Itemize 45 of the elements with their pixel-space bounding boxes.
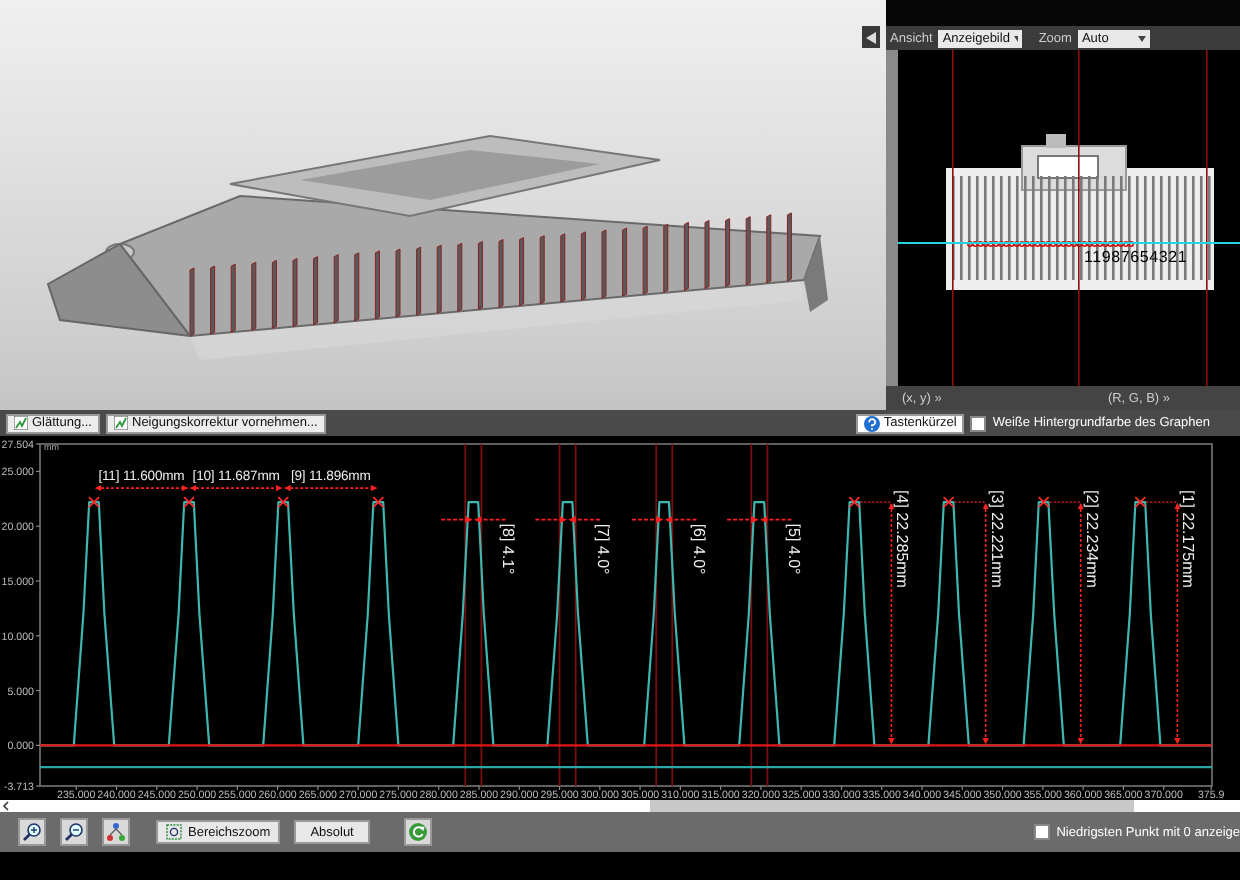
- peak-cross-icon: [372, 496, 385, 508]
- measurement-label: [1] 22.175mm: [1179, 490, 1198, 588]
- leader-line: [859, 501, 892, 503]
- measurement-label: [3] 22.221mm: [987, 490, 1006, 588]
- zoom-out-icon: [64, 822, 84, 842]
- measurement-label: [5] 4.0°: [785, 523, 804, 575]
- angle-arrow: [534, 516, 601, 524]
- measurement-label: [7] 4.0°: [593, 523, 612, 575]
- peak-cross-icon: [88, 496, 100, 508]
- zoom-in-button[interactable]: [18, 818, 46, 846]
- leader-line: [1145, 501, 1178, 503]
- measurement-label: [2] 22.234mm: [1082, 490, 1101, 588]
- help-icon: [863, 415, 880, 431]
- checkbox[interactable]: [970, 415, 987, 431]
- node-button[interactable]: [102, 818, 130, 846]
- angle-arrow: [726, 516, 793, 524]
- scroll-left-icon[interactable]: [0, 800, 12, 812]
- left-arrow-icon: [866, 31, 876, 43]
- peak-cross-icon: [183, 496, 195, 508]
- chart-icon: [114, 416, 128, 430]
- caret-icon: [1013, 35, 1019, 41]
- refresh-button[interactable]: [403, 818, 432, 846]
- peak-cross-icon: [277, 496, 290, 508]
- chart-icon: [14, 416, 28, 430]
- leader-line: [1049, 501, 1082, 503]
- angle-arrow: [631, 516, 698, 524]
- leader-line: [954, 501, 987, 503]
- peak-cross-icon: [848, 496, 861, 508]
- peak-cross-icon: [942, 496, 955, 508]
- checkbox[interactable]: [1034, 824, 1051, 840]
- peak-cross-icon: [1134, 496, 1147, 508]
- measurement-label: [4] 22.285mm: [893, 490, 912, 588]
- angle-arrow: [440, 516, 507, 524]
- zoom-in-icon: [22, 822, 42, 842]
- zoom-area-icon: [166, 824, 182, 840]
- refresh-icon: [407, 822, 428, 842]
- caret-icon: [1137, 35, 1146, 41]
- zoom-out-button[interactable]: [60, 818, 88, 846]
- measurement-label: [8] 4.1°: [499, 523, 518, 575]
- peak-cross-icon: [1037, 496, 1050, 508]
- measurement-label: [6] 4.0°: [690, 523, 709, 575]
- nodes-icon: [106, 822, 126, 842]
- scrollbar-thumb[interactable]: [650, 800, 1134, 812]
- peak-number-label: 11987654321: [1084, 248, 1188, 266]
- collapse-button[interactable]: [862, 26, 880, 48]
